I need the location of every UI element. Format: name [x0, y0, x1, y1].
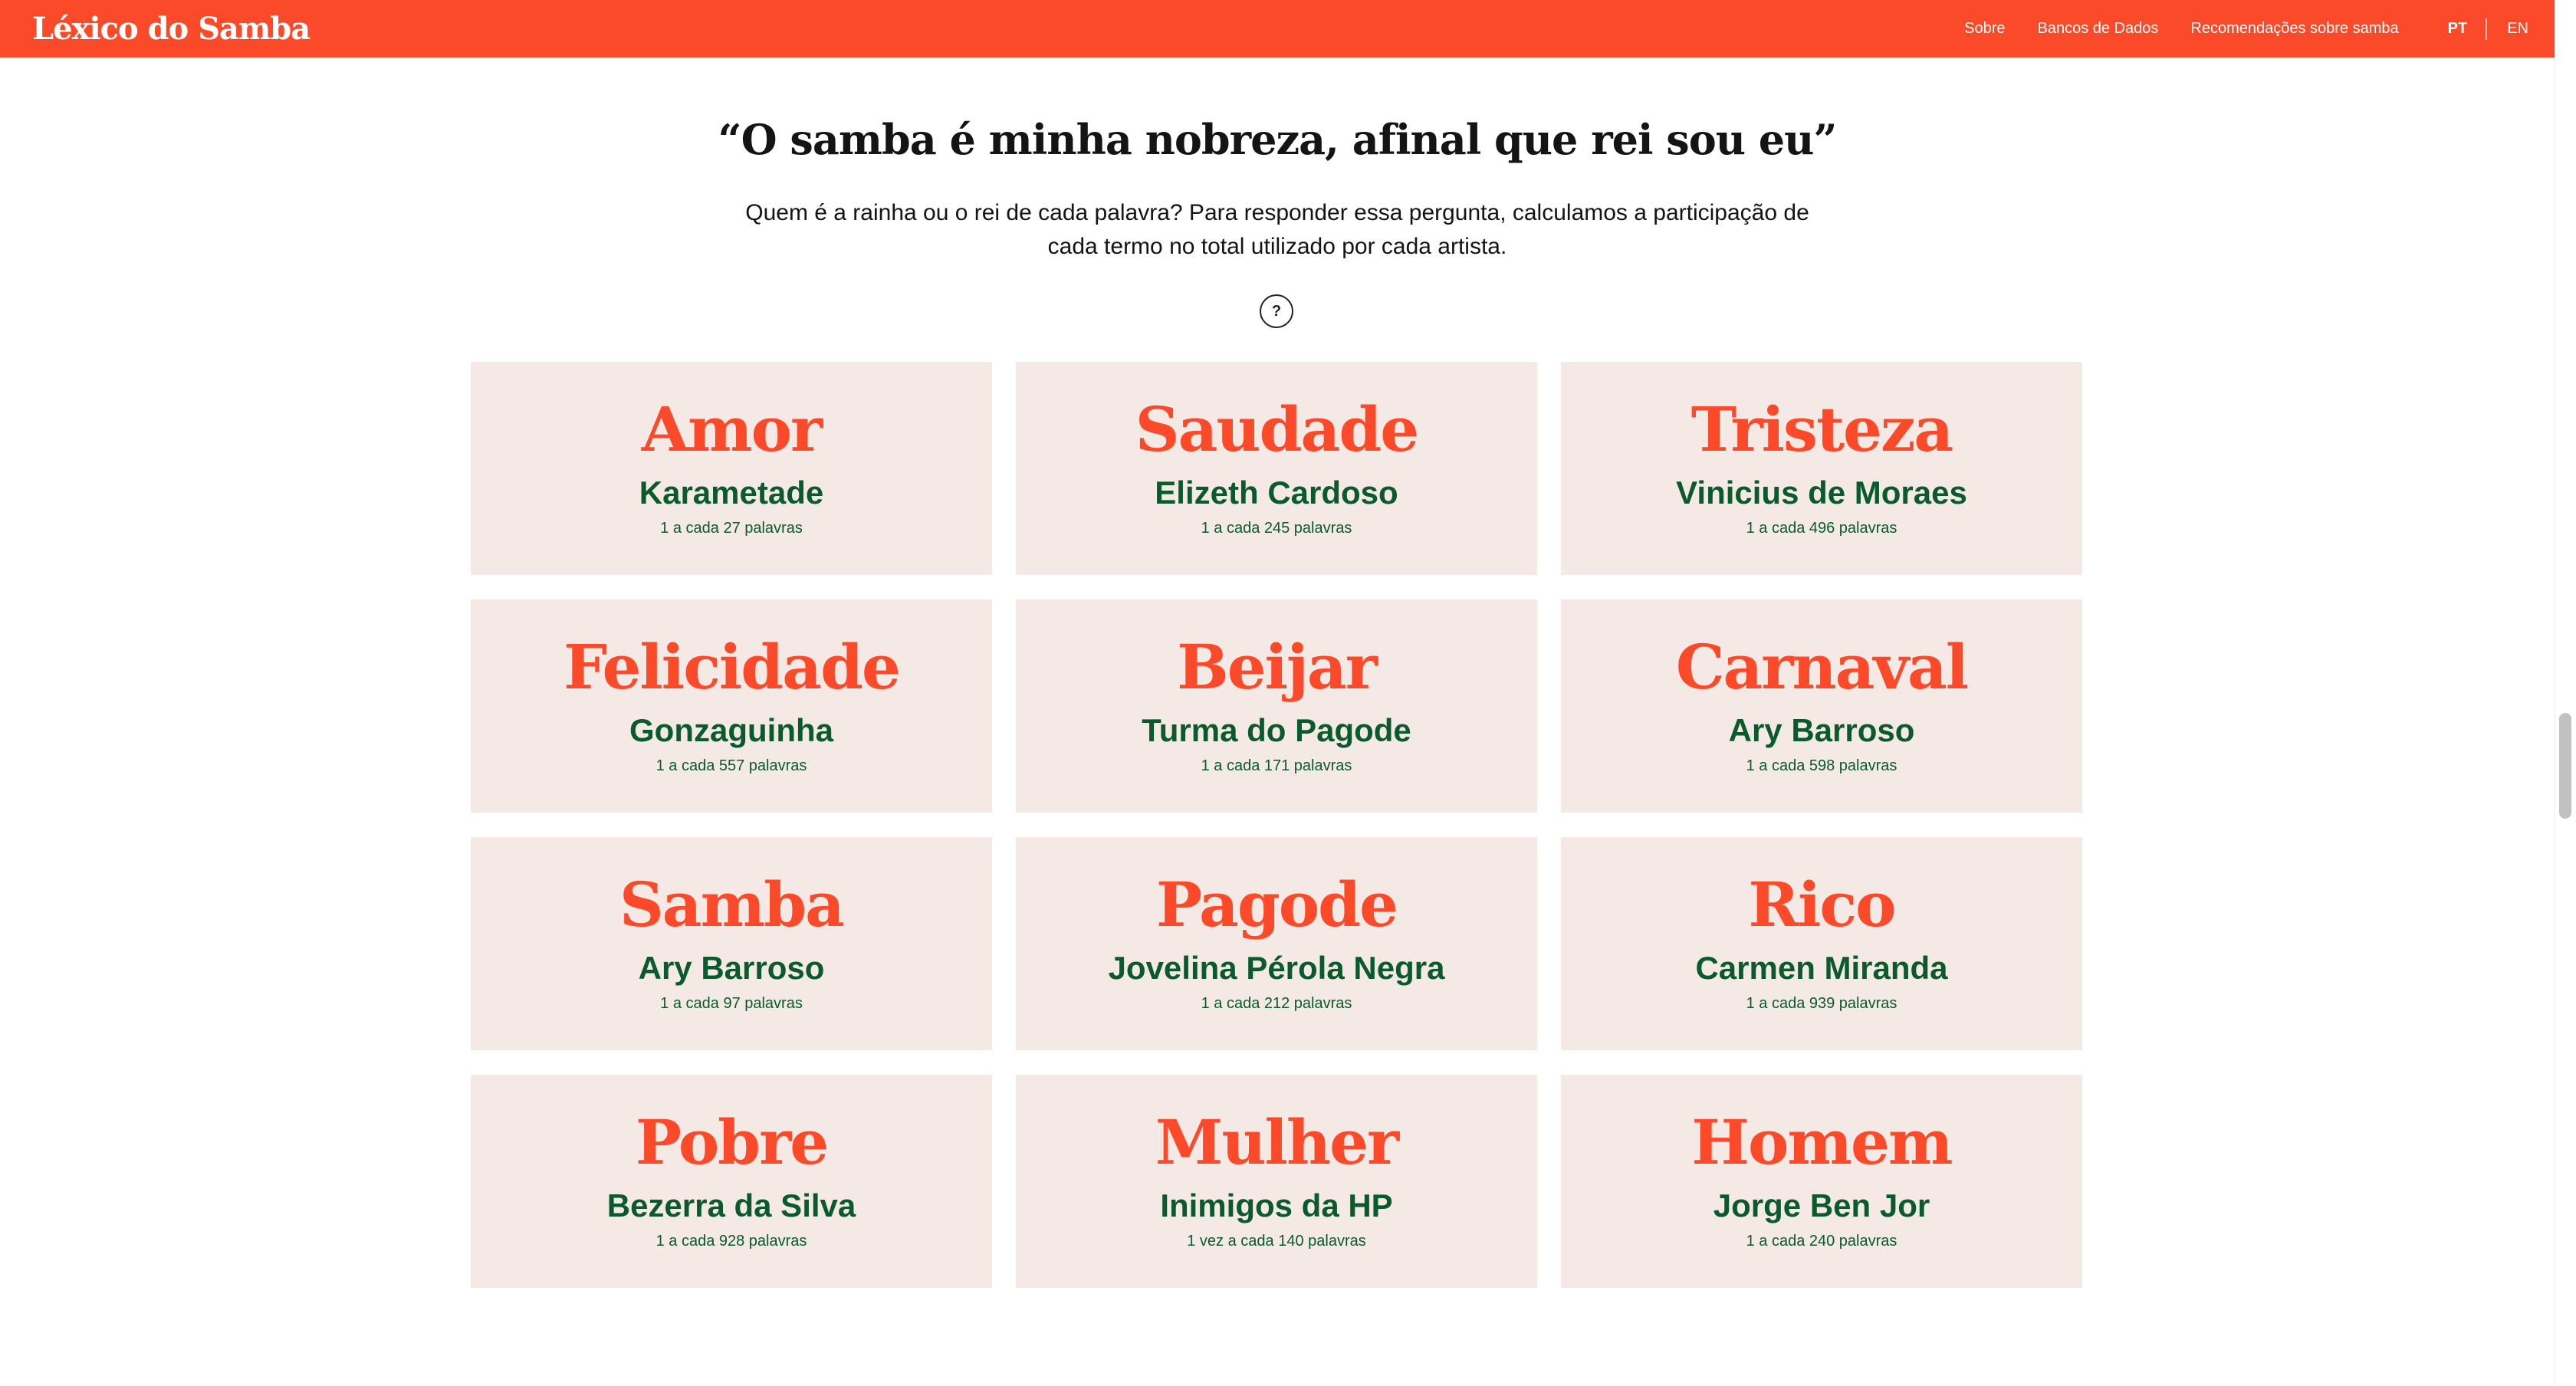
card-word: Homem	[1691, 1106, 1953, 1178]
card-frequency: 1 vez a cada 140 palavras	[1187, 1233, 1366, 1250]
word-cards-grid: Amor Karametade 1 a cada 27 palavras Sau…	[471, 362, 2082, 1288]
card-frequency: 1 a cada 245 palavras	[1201, 520, 1352, 537]
card-artist: Gonzaguinha	[629, 712, 833, 748]
card-frequency: 1 a cada 240 palavras	[1746, 1233, 1898, 1250]
card-artist: Carmen Miranda	[1695, 950, 1948, 986]
card-word: Beijar	[1177, 631, 1378, 703]
card-frequency: 1 a cada 97 palavras	[660, 995, 803, 1012]
top-bar: Léxico do Samba Sobre Bancos de Dados Re…	[0, 0, 2555, 57]
card-artist: Jovelina Pérola Negra	[1108, 950, 1445, 986]
lang-divider	[2486, 18, 2488, 40]
nav-link-bancos-de-dados[interactable]: Bancos de Dados	[2037, 20, 2158, 38]
card-artist: Karametade	[639, 475, 824, 511]
card-word: Carnaval	[1675, 631, 1969, 703]
page: Léxico do Samba Sobre Bancos de Dados Re…	[0, 0, 2576, 1386]
word-card-mulher[interactable]: Mulher Inimigos da HP 1 vez a cada 140 p…	[1016, 1075, 1537, 1288]
nav-link-recomendacoes[interactable]: Recomendações sobre samba	[2190, 20, 2398, 38]
card-artist: Vinicius de Moraes	[1676, 475, 1967, 511]
card-word: Pagode	[1156, 869, 1398, 941]
card-artist: Turma do Pagode	[1142, 712, 1411, 748]
card-artist: Bezerra da Silva	[606, 1187, 856, 1223]
card-word: Mulher	[1155, 1106, 1399, 1178]
card-word: Tristeza	[1691, 393, 1953, 465]
section-title: “O samba é minha nobreza, afinal que rei…	[718, 115, 1838, 164]
card-word: Rico	[1748, 869, 1897, 941]
page-scrollbar[interactable]	[2555, 0, 2576, 1386]
word-card-homem[interactable]: Homem Jorge Ben Jor 1 a cada 240 palavra…	[1561, 1075, 2082, 1288]
scrollbar-thumb[interactable]	[2559, 713, 2571, 819]
lang-pt[interactable]: PT	[2448, 20, 2468, 38]
card-frequency: 1 a cada 171 palavras	[1201, 757, 1352, 774]
word-card-felicidade[interactable]: Felicidade Gonzaguinha 1 a cada 557 pala…	[471, 599, 992, 813]
card-frequency: 1 a cada 212 palavras	[1201, 995, 1352, 1012]
card-artist: Jorge Ben Jor	[1713, 1187, 1930, 1223]
card-frequency: 1 a cada 557 palavras	[656, 757, 807, 774]
card-word: Amor	[641, 393, 823, 465]
word-card-samba[interactable]: Samba Ary Barroso 1 a cada 97 palavras	[471, 837, 992, 1050]
card-frequency: 1 a cada 598 palavras	[1746, 757, 1898, 774]
card-frequency: 1 a cada 939 palavras	[1746, 995, 1898, 1012]
card-artist: Inimigos da HP	[1160, 1187, 1393, 1223]
card-word: Saudade	[1135, 393, 1419, 465]
card-word: Felicidade	[564, 631, 901, 703]
section-subtitle: Quem é a rainha ou o rei de cada palavra…	[745, 200, 1809, 259]
main-nav: Sobre Bancos de Dados Recomendações sobr…	[1932, 0, 2528, 57]
card-frequency: 1 a cada 27 palavras	[660, 520, 803, 537]
card-artist: Ary Barroso	[638, 950, 825, 986]
lang-en[interactable]: EN	[2507, 20, 2528, 38]
nav-link-sobre[interactable]: Sobre	[1964, 20, 2005, 38]
word-card-amor[interactable]: Amor Karametade 1 a cada 27 palavras	[471, 362, 992, 575]
card-frequency: 1 a cada 928 palavras	[656, 1233, 807, 1250]
card-artist: Ary Barroso	[1728, 712, 1915, 748]
card-artist: Elizeth Cardoso	[1155, 475, 1398, 511]
card-word: Samba	[619, 869, 845, 941]
word-card-tristeza[interactable]: Tristeza Vinicius de Moraes 1 a cada 496…	[1561, 362, 2082, 575]
card-word: Pobre	[635, 1106, 829, 1178]
site-logo[interactable]: Léxico do Samba	[32, 11, 310, 48]
help-button[interactable]: ?	[1260, 294, 1293, 328]
word-card-saudade[interactable]: Saudade Elizeth Cardoso 1 a cada 245 pal…	[1016, 362, 1537, 575]
card-frequency: 1 a cada 496 palavras	[1746, 520, 1898, 537]
language-switcher: PT EN	[2448, 18, 2528, 40]
word-card-pobre[interactable]: Pobre Bezerra da Silva 1 a cada 928 pala…	[471, 1075, 992, 1288]
word-card-carnaval[interactable]: Carnaval Ary Barroso 1 a cada 598 palavr…	[1561, 599, 2082, 813]
word-card-pagode[interactable]: Pagode Jovelina Pérola Negra 1 a cada 21…	[1016, 837, 1537, 1050]
word-card-beijar[interactable]: Beijar Turma do Pagode 1 a cada 171 pala…	[1016, 599, 1537, 813]
word-card-rico[interactable]: Rico Carmen Miranda 1 a cada 939 palavra…	[1561, 837, 2082, 1050]
